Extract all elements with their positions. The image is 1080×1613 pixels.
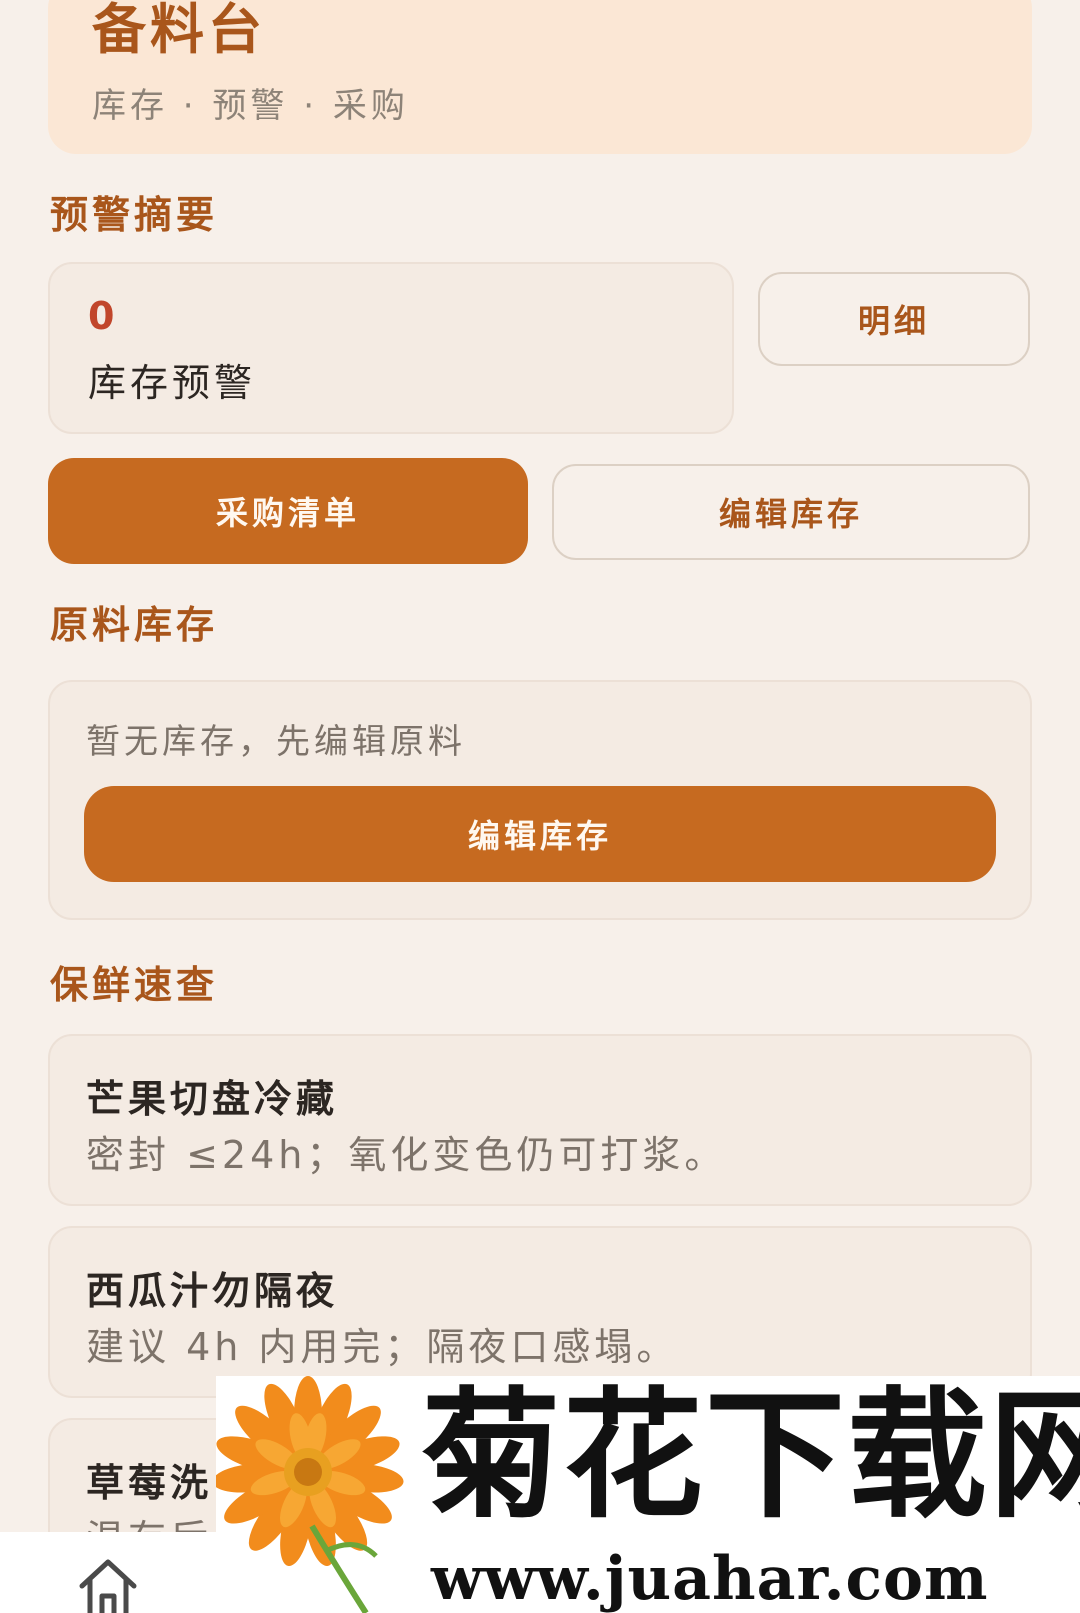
- stock-empty-text: 暂无库存，先编辑原料: [86, 722, 466, 762]
- fresh-item-card[interactable]: 西瓜汁勿隔夜 建议 4h 内用完；隔夜口感塌。: [48, 1226, 1032, 1398]
- edit-stock-button[interactable]: 编辑库存: [552, 464, 1030, 560]
- purchase-list-button[interactable]: 采购清单: [48, 458, 528, 564]
- fresh-item-desc: 密封 ≤24h；氧化变色仍可打浆。: [86, 1133, 727, 1177]
- section-title-alerts: 预警摘要: [50, 193, 219, 237]
- stock-edit-button[interactable]: 编辑库存: [84, 786, 996, 882]
- alert-summary-card: 0 库存预警: [48, 262, 734, 434]
- watermark-url: www.juahar.com: [431, 1544, 989, 1613]
- page-subtitle: 库存 · 预警 · 采购: [92, 86, 409, 126]
- section-title-stock: 原料库存: [50, 603, 219, 647]
- flower-icon: [216, 1376, 404, 1613]
- home-icon[interactable]: [78, 1556, 138, 1613]
- detail-button[interactable]: 明细: [758, 272, 1030, 366]
- app-page: 备料台 库存 · 预警 · 采购 预警摘要 0 库存预警 明细 采购清单 编辑库…: [0, 0, 1080, 1613]
- fresh-item-desc: 建议 4h 内用完；隔夜口感塌。: [86, 1325, 679, 1369]
- section-title-freshness: 保鲜速查: [50, 963, 219, 1007]
- watermark: 菊花下载网 www.juahar.com: [216, 1376, 1080, 1613]
- fresh-item-card[interactable]: 芒果切盘冷藏 密封 ≤24h；氧化变色仍可打浆。: [48, 1034, 1032, 1206]
- alert-count: 0: [88, 294, 115, 338]
- fresh-item-title: 草莓洗: [86, 1461, 213, 1505]
- fresh-item-title: 西瓜汁勿隔夜: [86, 1269, 339, 1313]
- fresh-item-title: 芒果切盘冷藏: [86, 1077, 339, 1121]
- page-title: 备料台: [92, 0, 266, 61]
- watermark-title: 菊花下载网: [421, 1375, 1080, 1538]
- alert-label: 库存预警: [88, 361, 257, 405]
